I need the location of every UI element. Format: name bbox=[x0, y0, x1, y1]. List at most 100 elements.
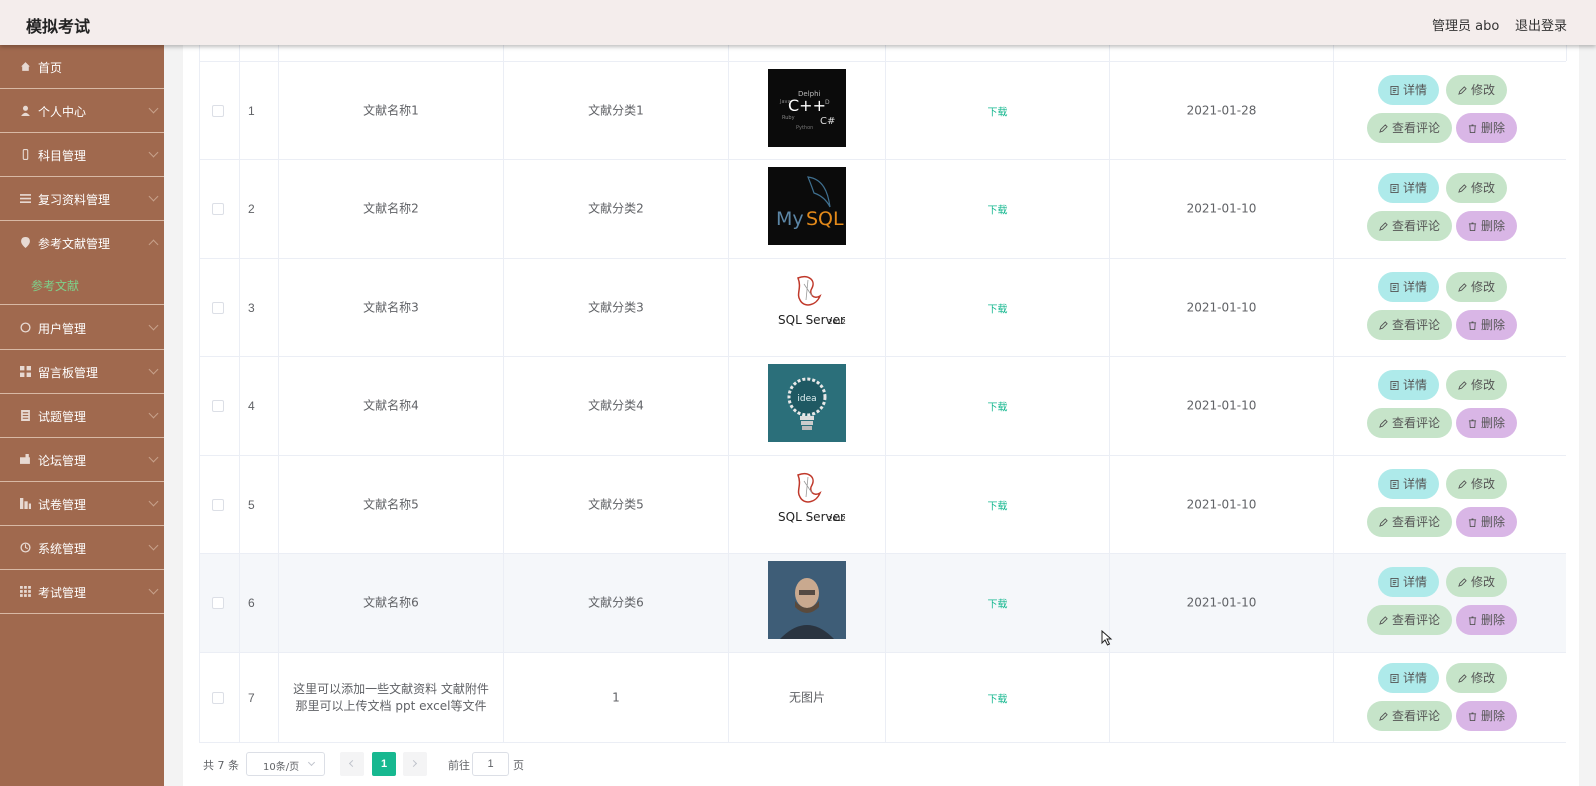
detail-button-label: 详情 bbox=[1403, 378, 1428, 392]
row-index: 6 bbox=[248, 596, 255, 610]
delete-button[interactable]: 删除 bbox=[1456, 408, 1518, 438]
delete-button[interactable]: 删除 bbox=[1456, 701, 1518, 731]
delete-button-label: 删除 bbox=[1481, 121, 1506, 135]
detail-button[interactable]: 详情 bbox=[1378, 370, 1440, 400]
next-page-button[interactable] bbox=[403, 752, 427, 776]
user-icon bbox=[21, 105, 30, 116]
row-checkbox[interactable] bbox=[212, 597, 224, 609]
pencil-icon bbox=[1458, 674, 1467, 683]
sidebar-item-questions[interactable]: 试题管理 bbox=[0, 394, 164, 438]
edit-button[interactable]: 修改 bbox=[1446, 469, 1508, 499]
edit-button[interactable]: 修改 bbox=[1446, 663, 1508, 693]
download-link[interactable]: 下载 bbox=[886, 497, 1109, 512]
grid-icon bbox=[20, 366, 31, 377]
detail-button[interactable]: 详情 bbox=[1378, 173, 1440, 203]
apps-icon bbox=[20, 586, 31, 597]
row-index: 4 bbox=[248, 399, 255, 413]
edit-button[interactable]: 修改 bbox=[1446, 75, 1508, 105]
list-icon bbox=[21, 410, 30, 421]
download-link[interactable]: 下载 bbox=[886, 202, 1109, 217]
reference-category: 文献分类1 bbox=[588, 103, 644, 117]
sidebar-item-forum[interactable]: 论坛管理 bbox=[0, 438, 164, 482]
sidebar-item-users[interactable]: 用户管理 bbox=[0, 306, 164, 350]
sidebar-item-exams[interactable]: 考试管理 bbox=[0, 570, 164, 614]
pencil-icon bbox=[1379, 616, 1388, 625]
goto-page-input[interactable]: 1 bbox=[472, 752, 509, 776]
bar-icon bbox=[20, 498, 31, 509]
delete-button[interactable]: 删除 bbox=[1456, 211, 1518, 241]
view-comments-button[interactable]: 查看评论 bbox=[1367, 605, 1453, 635]
publish-date: 2021-01-10 bbox=[1186, 201, 1257, 216]
table-row: 7 这里可以添加一些文献资料 文献附件那里可以上传文档 ppt excel等文件… bbox=[199, 653, 1566, 743]
row-index: 2 bbox=[248, 202, 255, 216]
download-link[interactable]: 下载 bbox=[886, 690, 1109, 705]
download-link[interactable]: 下载 bbox=[886, 300, 1109, 315]
page-size-select[interactable]: 10条/页 bbox=[246, 752, 325, 776]
delete-button[interactable]: 删除 bbox=[1456, 507, 1518, 537]
delete-button[interactable]: 删除 bbox=[1456, 113, 1518, 143]
sidebar-item-review-materials[interactable]: 复习资料管理 bbox=[0, 177, 164, 221]
phone-icon bbox=[22, 149, 29, 160]
detail-button[interactable]: 详情 bbox=[1378, 567, 1440, 597]
sidebar-subitem-label: 参考文献 bbox=[31, 279, 80, 293]
chevron-down-icon bbox=[148, 147, 159, 158]
sidebar-item-subjects[interactable]: 科目管理 bbox=[0, 133, 164, 177]
pencil-icon bbox=[1379, 712, 1388, 721]
edit-button[interactable]: 修改 bbox=[1446, 272, 1508, 302]
view-comments-button[interactable]: 查看评论 bbox=[1367, 211, 1453, 241]
edit-button[interactable]: 修改 bbox=[1446, 370, 1508, 400]
prev-page-button[interactable] bbox=[340, 752, 364, 776]
view-comments-button[interactable]: 查看评论 bbox=[1367, 310, 1453, 340]
pencil-icon bbox=[1379, 222, 1388, 231]
app-title: 模拟考试 bbox=[26, 17, 91, 36]
delete-button[interactable]: 删除 bbox=[1456, 605, 1518, 635]
view-comments-button[interactable]: 查看评论 bbox=[1367, 408, 1453, 438]
reference-name: 文献名称4 bbox=[363, 398, 419, 413]
mysql-logo-image: My SQL bbox=[768, 167, 846, 245]
pencil-icon bbox=[1458, 86, 1467, 95]
svg-text:idea: idea bbox=[797, 394, 816, 404]
menu-icon bbox=[20, 194, 31, 204]
view-comments-button-label: 查看评论 bbox=[1392, 121, 1441, 135]
sidebar-item-papers[interactable]: 试卷管理 bbox=[0, 482, 164, 526]
logout-link[interactable]: 退出登录 bbox=[1515, 15, 1567, 34]
edit-button[interactable]: 修改 bbox=[1446, 173, 1508, 203]
detail-button[interactable]: 详情 bbox=[1378, 272, 1440, 302]
table-row: 5 文献名称5 文献分类5 SQL Server 2012 下载 2021-01… bbox=[199, 456, 1566, 554]
page-number-current[interactable]: 1 bbox=[372, 752, 396, 776]
row-checkbox[interactable] bbox=[212, 203, 224, 215]
row-checkbox[interactable] bbox=[212, 498, 224, 511]
sidebar-item-system[interactable]: 系统管理 bbox=[0, 526, 164, 570]
sidebar-item-profile[interactable]: 个人中心 bbox=[0, 89, 164, 133]
detail-button[interactable]: 详情 bbox=[1378, 663, 1440, 693]
row-checkbox[interactable] bbox=[212, 400, 224, 412]
sidebar-item-home[interactable]: 首页 bbox=[0, 45, 164, 89]
download-link[interactable]: 下载 bbox=[886, 103, 1109, 118]
detail-button[interactable]: 详情 bbox=[1378, 469, 1440, 499]
sidebar-item-label: 用户管理 bbox=[38, 322, 87, 336]
view-comments-button[interactable]: 查看评论 bbox=[1367, 113, 1453, 143]
detail-button[interactable]: 详情 bbox=[1378, 75, 1440, 105]
download-link[interactable]: 下载 bbox=[886, 399, 1109, 414]
sidebar-item-message-board[interactable]: 留言板管理 bbox=[0, 350, 164, 394]
edit-button[interactable]: 修改 bbox=[1446, 567, 1508, 597]
view-comments-button-label: 查看评论 bbox=[1392, 318, 1441, 332]
sidebar-item-label: 首页 bbox=[38, 61, 63, 75]
sidebar-subitem-references[interactable]: 参考文献 bbox=[0, 265, 164, 305]
row-checkbox[interactable] bbox=[212, 104, 224, 117]
row-checkbox[interactable] bbox=[212, 691, 224, 704]
chevron-down-icon bbox=[307, 758, 316, 767]
trash-icon bbox=[1468, 222, 1477, 231]
pencil-icon bbox=[1379, 124, 1388, 133]
pagination-total: 共 7 条 bbox=[203, 759, 239, 772]
reference-category: 文献分类4 bbox=[588, 398, 644, 413]
view-comments-button[interactable]: 查看评论 bbox=[1367, 701, 1453, 731]
view-comments-button[interactable]: 查看评论 bbox=[1367, 507, 1453, 537]
download-link[interactable]: 下载 bbox=[886, 596, 1109, 611]
document-icon bbox=[1390, 480, 1399, 489]
sidebar-item-references[interactable]: 参考文献管理 bbox=[0, 221, 164, 265]
sidebar-item-label: 个人中心 bbox=[38, 105, 87, 119]
row-checkbox[interactable] bbox=[212, 301, 224, 314]
sidebar-item-label: 系统管理 bbox=[38, 542, 87, 556]
delete-button[interactable]: 删除 bbox=[1456, 310, 1518, 340]
